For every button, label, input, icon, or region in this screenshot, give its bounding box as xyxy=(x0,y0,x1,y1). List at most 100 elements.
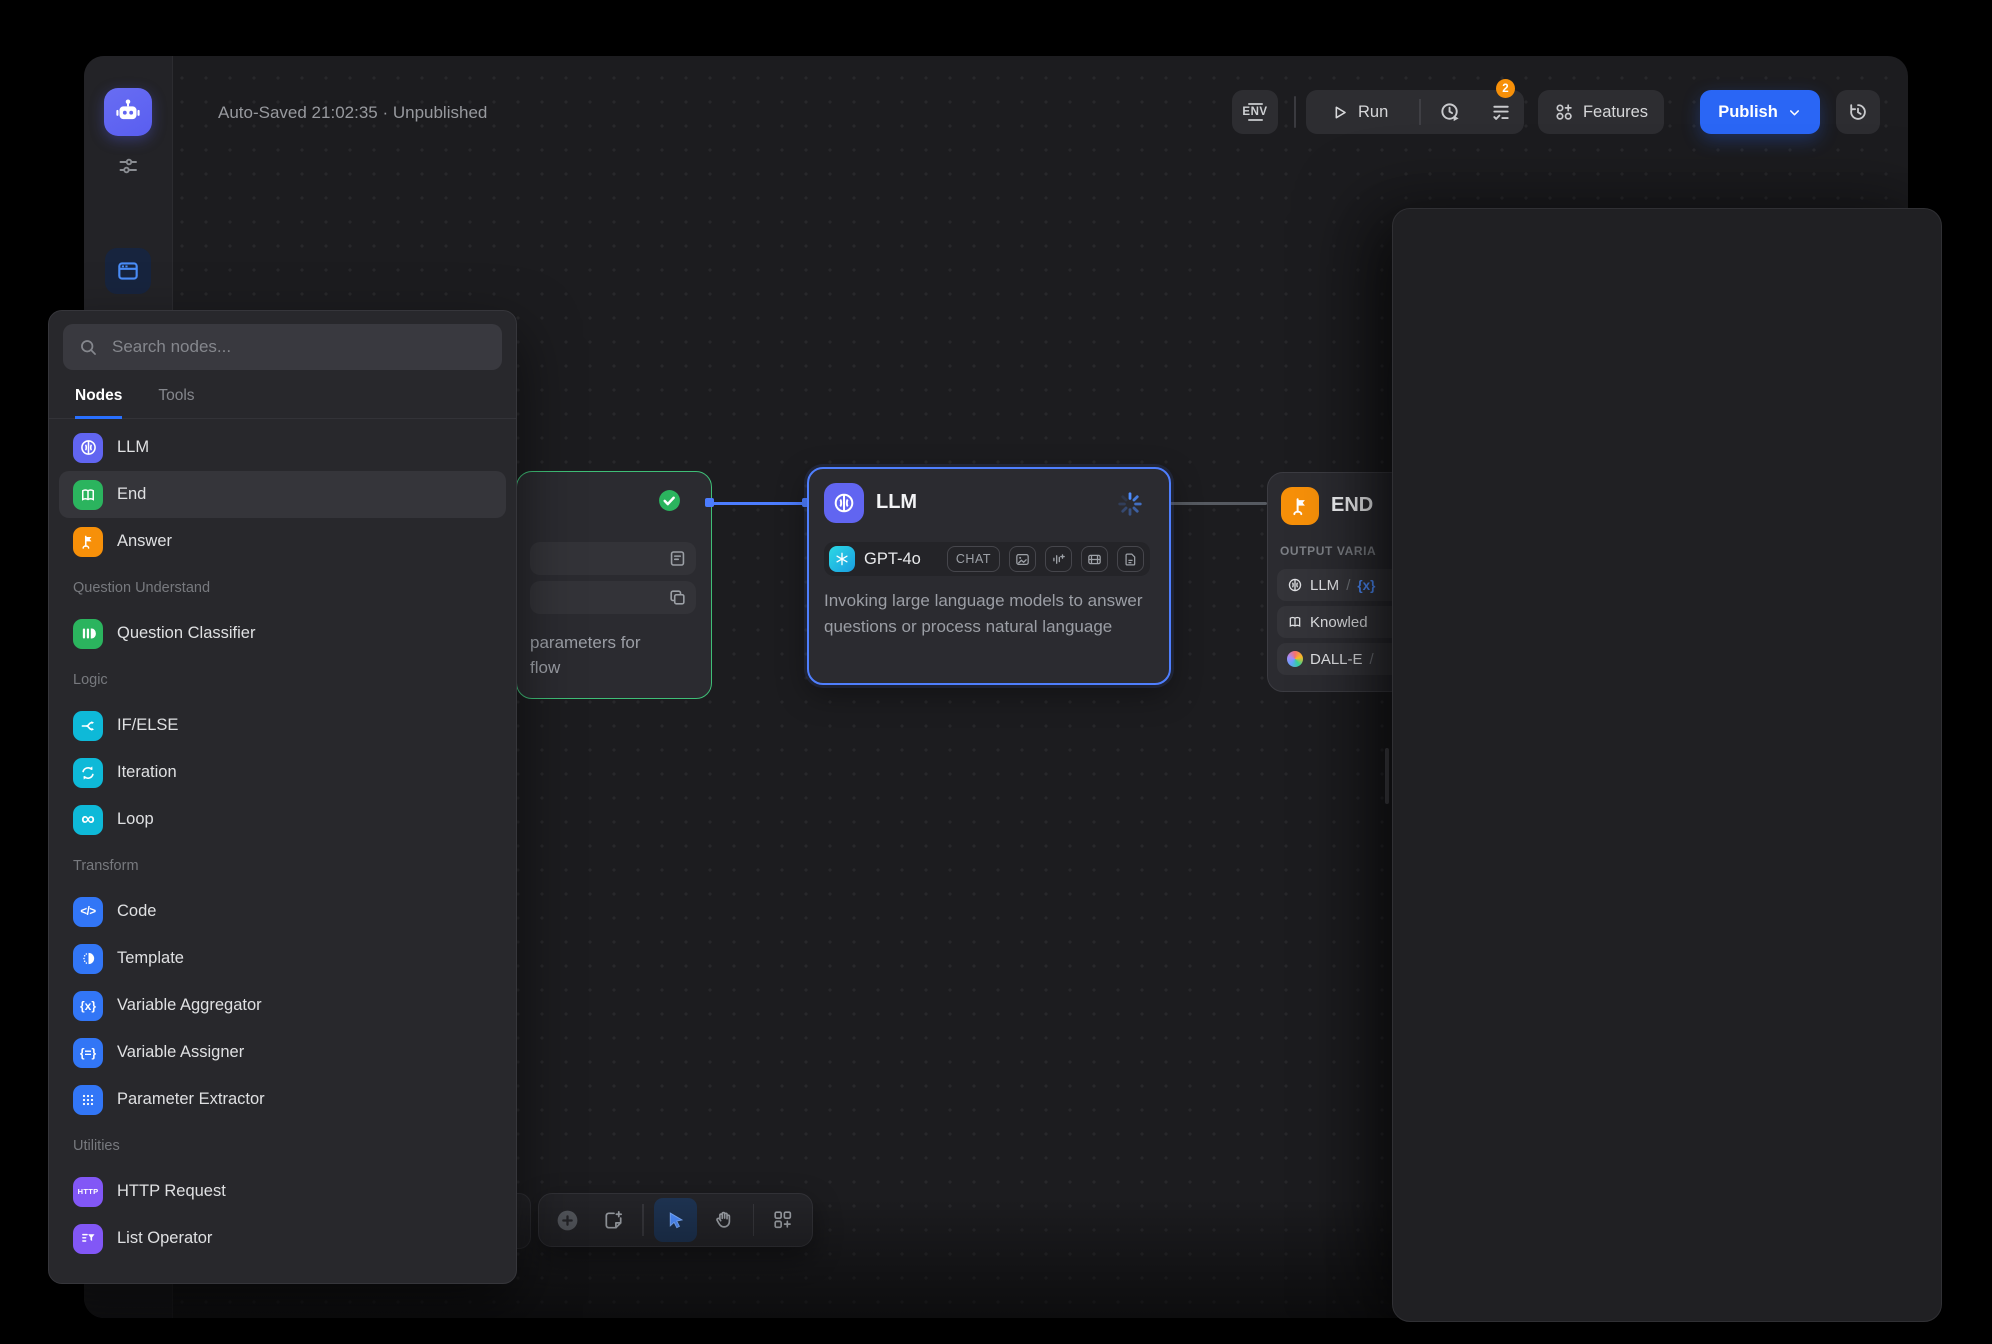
llm-node-description: Invoking large language models to answer… xyxy=(824,588,1148,640)
workflow-settings-button[interactable] xyxy=(113,151,143,181)
start-field-row[interactable] xyxy=(530,581,696,614)
knowledge-icon xyxy=(1287,614,1303,630)
add-node-button[interactable] xyxy=(549,1200,587,1240)
template-icon xyxy=(73,944,103,974)
node-item-http-request[interactable]: HTTP HTTP Request xyxy=(59,1168,506,1215)
clock-play-icon xyxy=(1439,101,1462,124)
features-button[interactable]: Features xyxy=(1538,90,1664,134)
copy-icon xyxy=(668,588,687,607)
variable-name: DALL-E xyxy=(1310,651,1363,668)
node-item-answer[interactable]: Answer xyxy=(59,518,506,565)
node-item-parameter-extractor[interactable]: Parameter Extractor xyxy=(59,1076,506,1123)
variable-name: Knowled xyxy=(1310,614,1368,631)
document-lines-icon xyxy=(668,549,687,568)
document-icon xyxy=(1117,546,1144,572)
publish-label: Publish xyxy=(1718,103,1778,122)
window-icon xyxy=(115,258,141,284)
node-list: LLM End Answer Question Understand Quest… xyxy=(49,419,516,1262)
search-input-wrap[interactable] xyxy=(63,324,502,370)
variable-aggregator-icon: {x} xyxy=(73,991,103,1021)
group-label: Utilities xyxy=(49,1123,516,1168)
node-item-template[interactable]: Template xyxy=(59,935,506,982)
canvas-toolbar xyxy=(538,1193,813,1247)
sliders-icon xyxy=(116,154,140,178)
edge-start-to-llm xyxy=(710,502,807,505)
end-node-title: END xyxy=(1331,494,1373,517)
node-item-loop[interactable]: ∞ Loop xyxy=(59,796,506,843)
run-controls-group: Run xyxy=(1306,90,1524,134)
model-name: GPT-4o xyxy=(864,550,938,569)
end-icon xyxy=(73,480,103,510)
code-icon: </> xyxy=(73,897,103,927)
openai-icon xyxy=(829,546,855,572)
variable-assigner-icon: {=} xyxy=(73,1038,103,1068)
chevron-down-icon xyxy=(1787,105,1802,120)
toolbar-divider xyxy=(753,1204,754,1236)
model-selector[interactable]: GPT-4o CHAT xyxy=(824,542,1150,576)
running-spinner-icon xyxy=(1116,490,1144,518)
list-operator-icon xyxy=(73,1224,103,1254)
search-icon xyxy=(78,337,99,358)
search-input[interactable] xyxy=(110,336,487,358)
if-else-icon xyxy=(73,711,103,741)
node-item-if-else[interactable]: IF/ELSE xyxy=(59,702,506,749)
node-item-variable-assigner[interactable]: {=} Variable Assigner xyxy=(59,1029,506,1076)
header-divider xyxy=(1294,96,1296,128)
test-run-panel xyxy=(1392,208,1942,1322)
audio-icon xyxy=(1045,546,1072,572)
node-item-llm[interactable]: LLM xyxy=(59,424,506,471)
image-icon xyxy=(1009,546,1036,572)
llm-mini-icon xyxy=(1287,577,1303,593)
run-label: Run xyxy=(1358,103,1388,122)
pointer-tool-button[interactable] xyxy=(654,1198,698,1242)
node-item-code[interactable]: </> Code xyxy=(59,888,506,935)
features-label: Features xyxy=(1583,103,1648,122)
video-icon xyxy=(1081,546,1108,572)
run-history-button[interactable] xyxy=(1430,90,1472,134)
group-label: Logic xyxy=(49,657,516,702)
checklist-badge: 2 xyxy=(1496,79,1515,98)
node-item-list-operator[interactable]: List Operator xyxy=(59,1215,506,1262)
node-panel-tabs: Nodes Tools xyxy=(49,370,516,419)
start-node-description: parameters for flow xyxy=(530,630,700,680)
add-note-button[interactable] xyxy=(595,1200,633,1240)
tab-nodes[interactable]: Nodes xyxy=(75,387,122,419)
tab-tools[interactable]: Tools xyxy=(158,387,194,418)
success-check-icon xyxy=(658,489,681,512)
node-search-panel: Nodes Tools LLM End Answer Question Unde… xyxy=(48,310,517,1284)
end-node-icon xyxy=(1281,487,1319,525)
history-icon xyxy=(1847,101,1869,123)
version-history-button[interactable] xyxy=(1836,90,1880,134)
llm-node-icon xyxy=(824,483,864,523)
node-item-iteration[interactable]: Iteration xyxy=(59,749,506,796)
env-variables-button[interactable]: ENV xyxy=(1232,90,1278,134)
http-request-icon: HTTP xyxy=(73,1177,103,1207)
output-variables-label: OUTPUT VARIA xyxy=(1280,544,1376,558)
app-logo[interactable] xyxy=(104,88,152,136)
llm-node-title: LLM xyxy=(876,491,917,514)
loop-icon: ∞ xyxy=(73,805,103,835)
question-classifier-icon xyxy=(73,619,103,649)
hand-tool-button[interactable] xyxy=(705,1200,743,1240)
node-item-question-classifier[interactable]: Question Classifier xyxy=(59,610,506,657)
checklist-icon xyxy=(1490,101,1513,124)
edge-llm-to-end xyxy=(1167,502,1267,505)
panel-toggle-button[interactable] xyxy=(105,248,151,294)
node-item-variable-aggregator[interactable]: {x} Variable Aggregator xyxy=(59,982,506,1029)
variable-name: LLM xyxy=(1310,577,1339,594)
publish-button[interactable]: Publish xyxy=(1700,90,1820,134)
parameter-extractor-icon xyxy=(73,1085,103,1115)
chat-mode-chip: CHAT xyxy=(947,546,1000,572)
robot-icon xyxy=(111,95,145,129)
edge-source-handle[interactable] xyxy=(705,498,714,507)
organize-nodes-button[interactable] xyxy=(764,1200,802,1240)
dalle-icon xyxy=(1287,651,1303,667)
group-label: Question Understand xyxy=(49,565,516,610)
env-icon xyxy=(1248,103,1263,105)
start-field-row[interactable] xyxy=(530,542,696,575)
autosave-status: Auto-Saved 21:02:35 · Unpublished xyxy=(218,103,487,123)
llm-icon xyxy=(73,433,103,463)
node-item-end[interactable]: End xyxy=(59,471,506,518)
canvas-scrollbar[interactable] xyxy=(1385,748,1389,804)
run-button[interactable]: Run xyxy=(1306,103,1410,122)
